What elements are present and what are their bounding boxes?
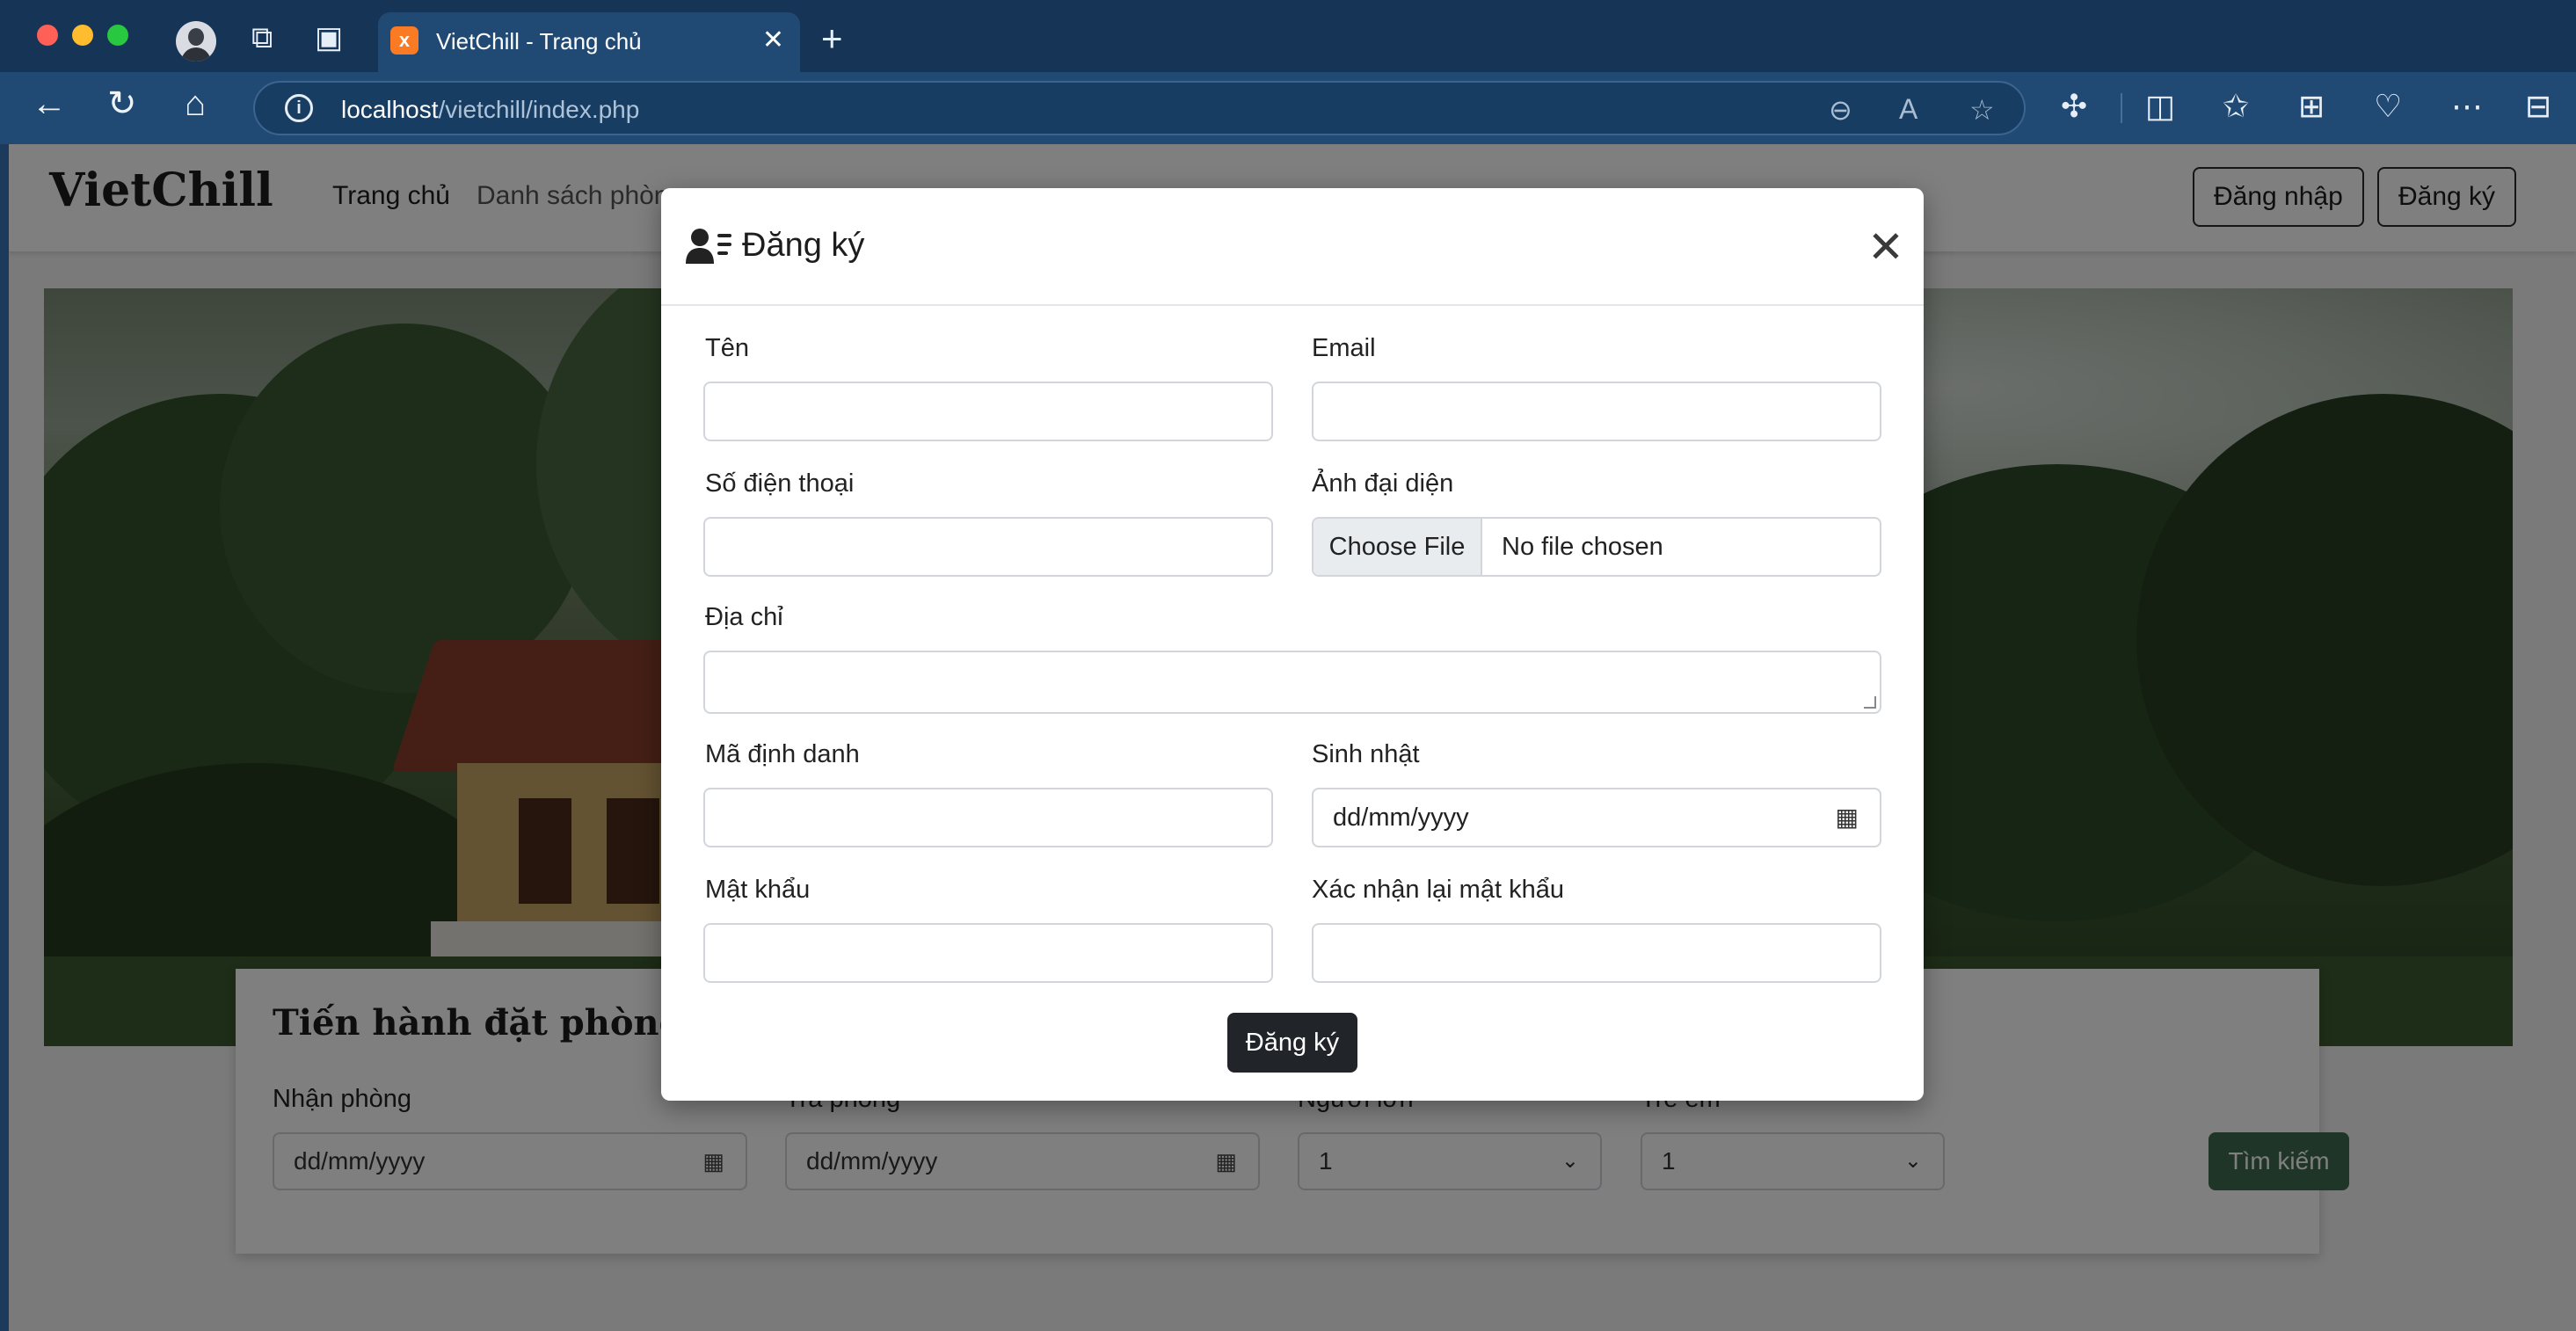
collections-icon[interactable]: ⧉ bbox=[251, 23, 273, 53]
new-tab-icon[interactable]: + bbox=[821, 18, 843, 60]
browser-essentials-icon[interactable]: ♡ bbox=[2374, 88, 2402, 125]
tab-title: VietChill - Trang chủ bbox=[436, 28, 642, 55]
window-minimize-button[interactable] bbox=[72, 25, 93, 46]
id-label: Mã định danh bbox=[705, 740, 860, 768]
address-textarea[interactable] bbox=[703, 651, 1881, 714]
toolbar-divider bbox=[2121, 93, 2122, 123]
tab-active[interactable]: x VietChill - Trang chủ ✕ bbox=[378, 12, 800, 72]
home-icon[interactable]: ⌂ bbox=[185, 86, 206, 121]
phone-label: Số điện thoại bbox=[705, 469, 855, 498]
email-input[interactable] bbox=[1312, 382, 1881, 441]
register-modal: Đăng ký ✕ Tên Email Số điện thoại Ảnh đạ… bbox=[661, 188, 1924, 1101]
browser-toolbar: ← ↻ ⌂ i localhost/vietchill/index.php ⊖ … bbox=[0, 72, 2576, 144]
calendar-icon[interactable]: ▦ bbox=[1836, 789, 1859, 846]
sidebar-toggle-icon[interactable]: ⊟ bbox=[2525, 88, 2551, 125]
modal-title: Đăng ký bbox=[742, 227, 865, 264]
choose-file-button[interactable]: Choose File bbox=[1313, 519, 1482, 575]
avatar-label: Ảnh đại diện bbox=[1312, 469, 1454, 498]
window-zoom-button[interactable] bbox=[107, 25, 128, 46]
confirm-password-input[interactable] bbox=[1312, 923, 1881, 983]
profile-avatar[interactable] bbox=[176, 21, 216, 62]
avatar-file-input[interactable]: Choose File No file chosen bbox=[1312, 517, 1881, 577]
window-close-button[interactable] bbox=[37, 25, 58, 46]
address-bar[interactable]: i localhost/vietchill/index.php ⊖ A ☆ bbox=[253, 81, 2026, 135]
collections-toolbar-icon[interactable]: ⊞ bbox=[2298, 88, 2325, 125]
modal-header: Đăng ký ✕ bbox=[661, 188, 1924, 306]
close-icon[interactable]: ✕ bbox=[1867, 225, 1904, 269]
site-info-icon[interactable]: i bbox=[285, 94, 313, 122]
xampp-icon: x bbox=[390, 26, 418, 55]
confirm-password-label: Xác nhận lại mật khẩu bbox=[1312, 876, 1564, 904]
password-label: Mật khẩu bbox=[705, 876, 811, 904]
resize-handle[interactable] bbox=[1864, 696, 1876, 709]
tab-close-icon[interactable]: ✕ bbox=[762, 25, 784, 55]
id-input[interactable] bbox=[703, 788, 1273, 847]
birthday-date-input[interactable]: dd/mm/yyyy ▦ bbox=[1312, 788, 1881, 847]
favorite-star-icon[interactable]: ☆ bbox=[1969, 93, 1995, 127]
read-aloud-icon[interactable]: A bbox=[1899, 93, 1917, 126]
more-menu-icon[interactable]: ⋯ bbox=[2451, 88, 2483, 125]
submit-register-button[interactable]: Đăng ký bbox=[1227, 1013, 1357, 1073]
browser-tab-bar: ⧉ ▣ x VietChill - Trang chủ ✕ + bbox=[0, 0, 2576, 72]
url-text[interactable]: localhost/vietchill/index.php bbox=[341, 96, 639, 124]
vertical-tabs-icon[interactable]: ▣ bbox=[315, 23, 343, 53]
refresh-icon[interactable]: ↻ bbox=[107, 86, 137, 121]
favorites-icon[interactable]: ✩ bbox=[2223, 88, 2249, 125]
address-label: Địa chỉ bbox=[705, 603, 783, 631]
phone-input[interactable] bbox=[703, 517, 1273, 577]
back-icon[interactable]: ← bbox=[32, 86, 67, 121]
split-screen-icon[interactable]: ◫ bbox=[2145, 88, 2175, 125]
name-label: Tên bbox=[705, 334, 749, 362]
name-input[interactable] bbox=[703, 382, 1273, 441]
password-input[interactable] bbox=[703, 923, 1273, 983]
file-status: No file chosen bbox=[1502, 533, 1663, 561]
user-list-icon bbox=[686, 229, 731, 264]
extensions-icon[interactable]: ✣ bbox=[2061, 88, 2087, 125]
zoom-out-icon[interactable]: ⊖ bbox=[1829, 93, 1852, 127]
birthday-label: Sinh nhật bbox=[1312, 740, 1420, 768]
email-label: Email bbox=[1312, 334, 1376, 362]
